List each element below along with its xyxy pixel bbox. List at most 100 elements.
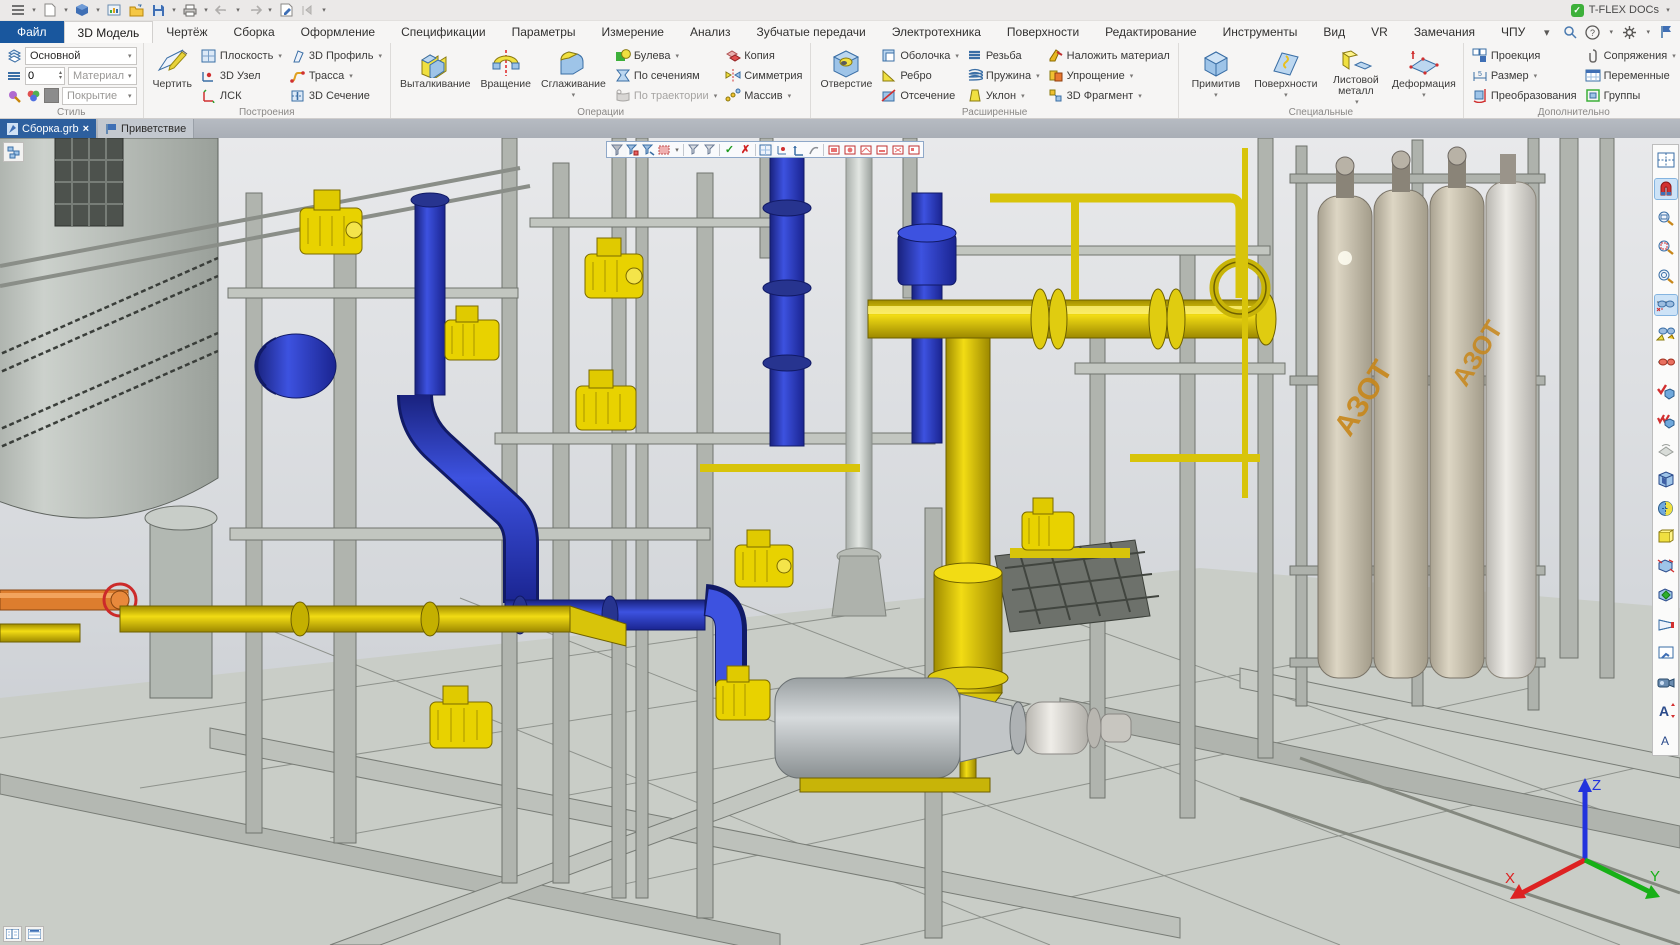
cut-button[interactable]: Отсечение [879, 86, 961, 105]
level-icon[interactable] [6, 68, 22, 84]
show-meshes-icon[interactable] [890, 143, 905, 157]
groups-button[interactable]: Группы [1583, 86, 1678, 105]
filter-edges-icon[interactable] [625, 143, 640, 157]
tab-drawing[interactable]: Чертёж [153, 21, 220, 43]
array-button[interactable]: Массив [723, 86, 804, 105]
app-menu-icon[interactable] [8, 1, 28, 19]
boolean-button[interactable]: Булева [613, 46, 719, 65]
save-dropdown[interactable]: ▾ [170, 6, 178, 14]
colors-icon[interactable] [25, 88, 41, 104]
filter-options-icon[interactable] [657, 143, 672, 157]
tab-measure[interactable]: Измерение [589, 21, 677, 43]
apply-icon[interactable]: ✓ [722, 143, 737, 157]
variables-button[interactable]: Переменные [1583, 66, 1678, 85]
settings-gear-icon[interactable] [1621, 24, 1638, 41]
tflex-docs-label[interactable]: T-FLEX DOCs [1589, 4, 1659, 16]
3d-node-button[interactable]: 3D Узел [199, 66, 284, 85]
font-default-icon[interactable]: A [1655, 730, 1677, 750]
bounding-box-icon[interactable] [1655, 527, 1677, 547]
redo-icon[interactable] [244, 1, 264, 19]
shell-button[interactable]: Оболочка [879, 46, 961, 65]
3d-fragment-button[interactable]: 3D Фрагмент [1046, 86, 1172, 105]
hole-button[interactable]: Отверстие [817, 46, 875, 105]
font-increase-icon[interactable]: A [1655, 701, 1677, 721]
filter-vertices-icon[interactable] [609, 143, 624, 157]
rib-button[interactable]: Ребро [879, 66, 961, 85]
tab-cnc[interactable]: ЧПУ [1488, 21, 1538, 43]
3d-viewport[interactable]: АЗОТ АЗОТ Z X Y ▾ ✓ ✗ A A [0, 138, 1680, 945]
search-icon[interactable] [1561, 24, 1578, 41]
view-cube-icon[interactable] [1655, 469, 1677, 489]
mates-button[interactable]: Сопряжения [1583, 46, 1678, 65]
settings-dropdown[interactable]: ▾ [1644, 28, 1652, 36]
spring-button[interactable]: Пружина [965, 66, 1042, 85]
doc-tab-assembly[interactable]: Сборка.grb × [0, 119, 97, 138]
copy-button[interactable]: Копия [723, 46, 804, 65]
tab-vr[interactable]: VR [1358, 21, 1401, 43]
show-surfaces-icon[interactable] [874, 143, 889, 157]
visibility-icon[interactable] [1655, 353, 1677, 373]
show-3d-nodes-icon[interactable] [774, 143, 789, 157]
tab-parameters[interactable]: Параметры [499, 21, 589, 43]
shading-mode-icon[interactable] [1655, 498, 1677, 518]
rotate-button[interactable]: Вращение [477, 46, 534, 105]
tab-surfaces[interactable]: Поверхности [994, 21, 1092, 43]
taper-button[interactable]: Уклон [965, 86, 1042, 105]
filter-workpieces-icon[interactable] [702, 143, 717, 157]
open-document-icon[interactable] [126, 1, 146, 19]
workplane-button[interactable]: Плоскость [199, 46, 284, 65]
undo-icon[interactable] [212, 1, 232, 19]
tab-boms[interactable]: Спецификации [388, 21, 498, 43]
hide-measures-icon[interactable] [1655, 324, 1677, 344]
tab-annotation[interactable]: Оформление [288, 21, 388, 43]
show-workplanes-icon[interactable] [758, 143, 773, 157]
tflex-docs-dropdown[interactable]: ▾ [1664, 6, 1672, 14]
lcs-button[interactable]: ЛСК [199, 86, 284, 105]
zoom-window-icon[interactable] [1655, 208, 1677, 228]
rotate-workplane-icon[interactable] [1655, 440, 1677, 460]
check-body-icon[interactable] [1655, 382, 1677, 402]
object-snap-magnet-icon[interactable] [1653, 178, 1678, 200]
level-spinner[interactable]: 0 ▴ ▾ [25, 66, 65, 85]
layer-select[interactable]: Основной ▾ [25, 46, 137, 65]
color-swatch[interactable] [44, 88, 59, 103]
filter-options-dropdown[interactable]: ▾ [673, 146, 681, 154]
material-select[interactable]: Материал ▾ [68, 66, 137, 85]
loft-button[interactable]: По сечениям [613, 66, 719, 85]
sweep-button[interactable]: По траектории [613, 86, 719, 105]
show-lcs-icon[interactable] [790, 143, 805, 157]
hide-construction-icon[interactable] [1653, 294, 1678, 316]
show-annotations-icon[interactable] [906, 143, 921, 157]
tab-file[interactable]: Файл [0, 21, 64, 43]
new-document-icon[interactable] [40, 1, 60, 19]
filter-solids-icon[interactable] [686, 143, 701, 157]
tab-remarks[interactable]: Замечания [1401, 21, 1488, 43]
recent-documents-icon[interactable] [104, 1, 124, 19]
projection-button[interactable]: Проекция [1470, 46, 1579, 65]
redo-dropdown[interactable]: ▾ [266, 6, 274, 14]
tab-assembly[interactable]: Сборка [221, 21, 288, 43]
dimension-button[interactable]: 5 Размер [1470, 66, 1579, 85]
tab-gears[interactable]: Зубчатые передачи [743, 21, 878, 43]
tab-analysis[interactable]: Анализ [677, 21, 744, 43]
help-icon[interactable]: ? [1584, 24, 1601, 41]
filter-faces-icon[interactable] [641, 143, 656, 157]
show-fragments-icon[interactable] [858, 143, 873, 157]
flag-icon[interactable] [1658, 24, 1675, 41]
show-profiles-icon[interactable] [806, 143, 821, 157]
3d-profile-button[interactable]: 3D Профиль [288, 46, 384, 65]
layers-icon[interactable] [6, 48, 22, 64]
paint-icon[interactable] [6, 88, 22, 104]
app-menu-dropdown[interactable]: ▾ [30, 6, 38, 14]
doc-tab-welcome[interactable]: Приветствие [98, 119, 195, 138]
print-dropdown[interactable]: ▾ [202, 6, 210, 14]
help-dropdown[interactable]: ▾ [1607, 28, 1615, 36]
page-layout-button[interactable] [3, 926, 22, 942]
save-icon[interactable] [148, 1, 168, 19]
new-3d-document-icon[interactable] [72, 1, 92, 19]
tab-electrical[interactable]: Электротехника [879, 21, 994, 43]
tab-view[interactable]: Вид [1310, 21, 1358, 43]
zoom-selection-icon[interactable] [1655, 237, 1677, 257]
tab-editing[interactable]: Редактирование [1092, 21, 1209, 43]
apply-material-button[interactable]: Наложить материал [1046, 46, 1172, 65]
